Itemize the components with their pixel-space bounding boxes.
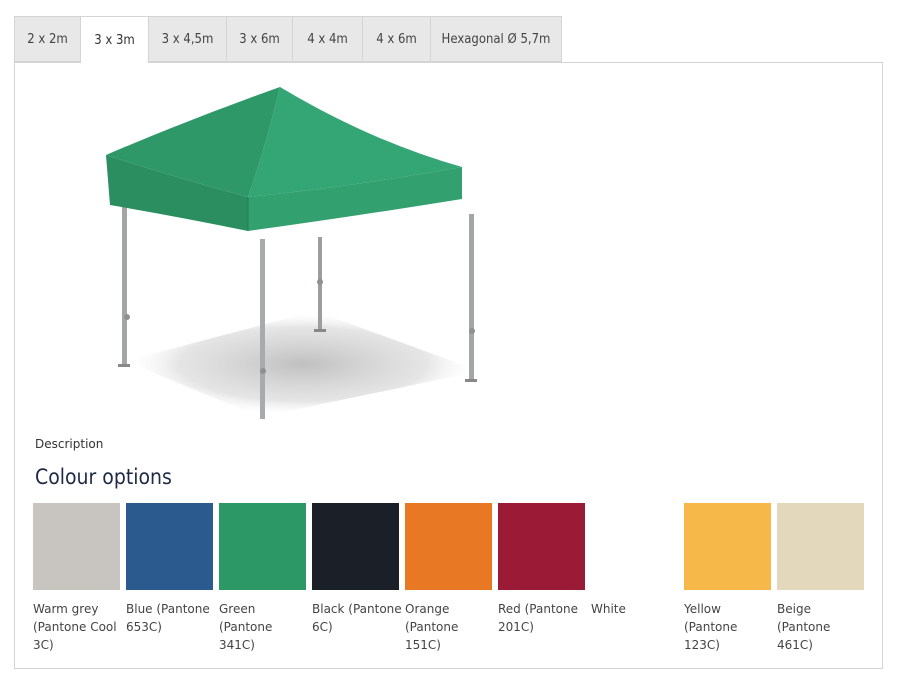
colour-swatch[interactable] <box>405 503 492 590</box>
colour-option-yellow[interactable]: Yellow (Pantone 123C) <box>684 503 772 654</box>
size-tabs: 2 x 2m 3 x 3m 3 x 4,5m 3 x 6m 4 x 4m 4 x… <box>14 16 562 63</box>
tab-3x3m[interactable]: 3 x 3m <box>80 16 148 63</box>
colour-swatch[interactable] <box>312 503 399 590</box>
tab-4x6m[interactable]: 4 x 6m <box>362 16 430 62</box>
colour-swatch[interactable] <box>684 503 771 590</box>
colour-label: Orange (Pantone 151C) <box>405 602 459 652</box>
tab-3x6m[interactable]: 3 x 6m <box>226 16 292 62</box>
colour-option-orange[interactable]: Orange (Pantone 151C) <box>405 503 493 654</box>
colour-label: Blue (Pantone 653C) <box>126 602 210 634</box>
colour-label: Green (Pantone 341C) <box>219 602 273 652</box>
colour-option-beige[interactable]: Beige (Pantone 461C) <box>777 503 865 654</box>
colour-option-black[interactable]: Black (Pantone 6C) <box>312 503 402 636</box>
colour-label: Beige (Pantone 461C) <box>777 602 831 652</box>
colour-options-heading: Colour options <box>35 465 172 489</box>
colour-label: Red (Pantone 201C) <box>498 602 578 634</box>
colour-swatch[interactable] <box>126 503 213 590</box>
description-link[interactable]: Description <box>35 437 103 451</box>
tab-hexagonal[interactable]: Hexagonal Ø 5,7m <box>430 16 562 62</box>
tab-2x2m[interactable]: 2 x 2m <box>14 16 80 62</box>
colour-option-blue[interactable]: Blue (Pantone 653C) <box>126 503 214 636</box>
colour-label: Black (Pantone 6C) <box>312 602 402 634</box>
colour-label: White <box>591 602 626 616</box>
colour-label: Warm grey (Pantone Cool 3C) <box>33 602 117 652</box>
tab-3x4-5m[interactable]: 3 x 4,5m <box>148 16 226 62</box>
colour-option-warm-grey[interactable]: Warm grey (Pantone Cool 3C) <box>33 503 121 654</box>
colour-swatch[interactable] <box>777 503 864 590</box>
green-canopy-tent-image <box>106 87 480 419</box>
colour-swatch[interactable] <box>591 503 678 590</box>
tab-4x4m[interactable]: 4 x 4m <box>292 16 362 62</box>
colour-option-white[interactable]: White <box>591 503 679 618</box>
colour-option-green[interactable]: Green (Pantone 341C) <box>219 503 307 654</box>
colour-swatch[interactable] <box>219 503 306 590</box>
colour-swatch[interactable] <box>33 503 120 590</box>
colour-label: Yellow (Pantone 123C) <box>684 602 738 652</box>
colour-option-red[interactable]: Red (Pantone 201C) <box>498 503 586 636</box>
tab-content-panel: Description Colour options Warm grey (Pa… <box>14 62 883 669</box>
colour-swatch[interactable] <box>498 503 585 590</box>
